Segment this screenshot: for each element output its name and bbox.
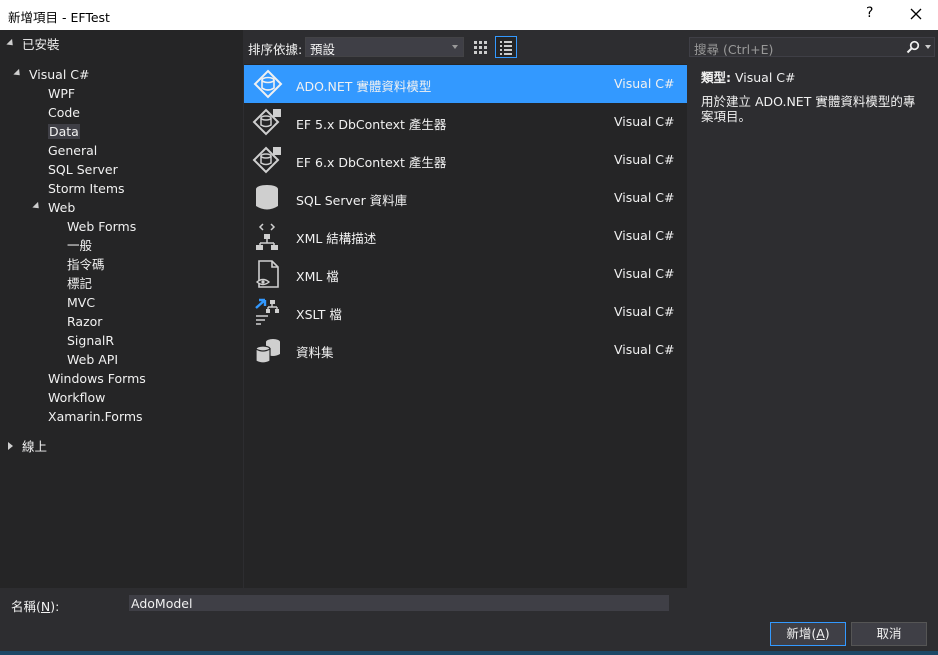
list-item[interactable]: EF 5.x DbContext 產生器 Visual C# bbox=[244, 103, 687, 141]
tree-item-script[interactable]: 指令碼 bbox=[67, 255, 105, 274]
tree-item-code[interactable]: Code bbox=[48, 103, 80, 122]
search-input[interactable]: 搜尋 (Ctrl+E) bbox=[689, 37, 935, 57]
tree-item-wpf[interactable]: WPF bbox=[48, 84, 75, 103]
window-title: 新增項目 - EFTest bbox=[8, 10, 110, 25]
title-bar: 新增項目 - EFTest ? bbox=[0, 0, 938, 30]
database-icon bbox=[256, 185, 278, 210]
item-language: Visual C# bbox=[614, 76, 675, 91]
type-label: 類型: bbox=[701, 70, 731, 85]
expand-arrow-icon[interactable] bbox=[32, 201, 42, 212]
item-language: Visual C# bbox=[614, 152, 675, 167]
list-item[interactable]: SQL Server 資料庫 Visual C# bbox=[244, 179, 687, 217]
item-name: EF 6.x DbContext 產生器 bbox=[296, 155, 447, 170]
tree-item-workflow[interactable]: Workflow bbox=[48, 388, 105, 407]
tree-item-xamarin-forms[interactable]: Xamarin.Forms bbox=[48, 407, 143, 426]
tree-item-mvc[interactable]: MVC bbox=[67, 293, 95, 312]
ef-generator-icon bbox=[252, 146, 281, 174]
item-language: Visual C# bbox=[614, 266, 675, 281]
name-field[interactable] bbox=[129, 595, 669, 611]
tree-item-web[interactable]: Web bbox=[48, 198, 75, 217]
list-item[interactable]: EF 6.x DbContext 產生器 Visual C# bbox=[244, 141, 687, 179]
item-name: ADO.NET 實體資料模型 bbox=[296, 79, 432, 94]
list-item[interactable]: 資料集 Visual C# bbox=[244, 331, 687, 369]
help-button[interactable]: ? bbox=[866, 5, 873, 21]
search-placeholder: 搜尋 (Ctrl+E) bbox=[694, 42, 774, 57]
description-panel: 類型: Visual C# 用於建立 ADO.NET 實體資料模型的專案項目。 bbox=[701, 70, 926, 124]
dataset-icon bbox=[255, 339, 280, 364]
item-name: SQL Server 資料庫 bbox=[296, 193, 408, 208]
type-value: Visual C# bbox=[734, 70, 796, 85]
item-name: XML 結構描述 bbox=[296, 231, 377, 246]
item-name: 資料集 bbox=[296, 345, 334, 360]
sort-select[interactable]: 預設 bbox=[305, 37, 464, 57]
template-tree: 已安裝 Visual C# WPF Code Data General SQL … bbox=[0, 30, 243, 588]
add-button[interactable]: 新增(A) bbox=[770, 622, 846, 646]
item-language: Visual C# bbox=[614, 304, 675, 319]
xml-schema-icon bbox=[256, 223, 278, 250]
toolbar: 排序依據: 預設 bbox=[243, 30, 687, 64]
item-language: Visual C# bbox=[614, 228, 675, 243]
tree-item-razor[interactable]: Razor bbox=[67, 312, 102, 331]
tree-item-installed[interactable]: 已安裝 bbox=[22, 35, 60, 54]
dropdown-arrow-icon bbox=[452, 45, 458, 49]
list-item[interactable]: ADO.NET 實體資料模型 Visual C# bbox=[244, 65, 687, 103]
close-icon[interactable] bbox=[906, 4, 926, 24]
list-item[interactable]: XSLT 檔 Visual C# bbox=[244, 293, 687, 331]
description-type: 類型: Visual C# bbox=[701, 70, 926, 85]
tree-item-web-forms[interactable]: Web Forms bbox=[67, 217, 136, 236]
template-list: ADO.NET 實體資料模型 Visual C# EF 5.x DbContex… bbox=[244, 64, 687, 588]
sort-label: 排序依據: bbox=[248, 42, 303, 57]
tree-item-markup[interactable]: 標記 bbox=[67, 274, 92, 293]
list-item[interactable]: XML 檔 Visual C# bbox=[244, 255, 687, 293]
item-name: EF 5.x DbContext 產生器 bbox=[296, 117, 447, 132]
tree-item-windows-forms[interactable]: Windows Forms bbox=[48, 369, 146, 388]
tree-item-visual-csharp[interactable]: Visual C# bbox=[29, 65, 90, 84]
tree-item-sql-server[interactable]: SQL Server bbox=[48, 160, 118, 179]
xml-file-icon bbox=[255, 260, 279, 288]
sort-value: 預設 bbox=[310, 42, 336, 57]
item-language: Visual C# bbox=[614, 114, 675, 129]
xslt-file-icon bbox=[255, 298, 279, 325]
ado-model-icon bbox=[253, 69, 283, 99]
list-view-icon[interactable] bbox=[495, 36, 517, 58]
tree-item-data[interactable]: Data bbox=[48, 122, 80, 141]
search-options-arrow-icon[interactable] bbox=[925, 45, 931, 49]
expand-arrow-icon[interactable] bbox=[6, 38, 16, 49]
cancel-button[interactable]: 取消 bbox=[851, 622, 927, 646]
item-name: XSLT 檔 bbox=[296, 307, 342, 322]
window-border bbox=[0, 651, 938, 655]
tree-item-online[interactable]: 線上 bbox=[22, 437, 47, 456]
item-language: Visual C# bbox=[614, 342, 675, 357]
item-language: Visual C# bbox=[614, 190, 675, 205]
name-label: 名稱(N): bbox=[11, 599, 60, 614]
tree-item-general[interactable]: General bbox=[48, 141, 97, 160]
list-item[interactable]: XML 結構描述 Visual C# bbox=[244, 217, 687, 255]
search-icon[interactable] bbox=[906, 40, 920, 54]
tree-item-web-api[interactable]: Web API bbox=[67, 350, 118, 369]
tree-item-general-web[interactable]: 一般 bbox=[67, 236, 92, 255]
ef-generator-icon bbox=[252, 108, 281, 136]
item-name: XML 檔 bbox=[296, 269, 339, 284]
grid-view-icon[interactable] bbox=[470, 37, 490, 57]
expand-arrow-icon[interactable] bbox=[13, 68, 23, 79]
description-text: 用於建立 ADO.NET 實體資料模型的專案項目。 bbox=[701, 94, 916, 124]
collapse-arrow-icon[interactable] bbox=[8, 442, 13, 450]
tree-item-storm-items[interactable]: Storm Items bbox=[48, 179, 125, 198]
tree-item-signalr[interactable]: SignalR bbox=[67, 331, 114, 350]
